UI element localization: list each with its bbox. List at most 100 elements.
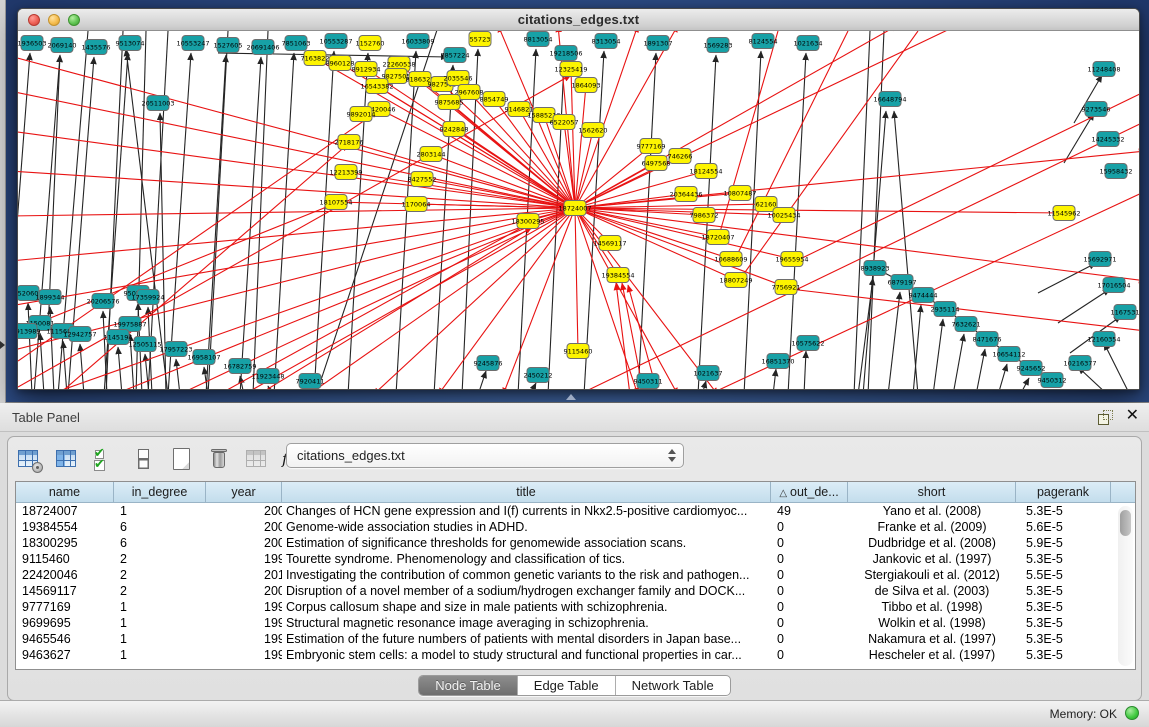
red-edge[interactable] bbox=[18, 204, 334, 331]
red-edge[interactable] bbox=[734, 31, 848, 261]
graph-node[interactable]: 16033809 bbox=[401, 34, 434, 49]
graph-node[interactable]: 10216377 bbox=[1063, 356, 1096, 371]
black-edge[interactable] bbox=[1064, 113, 1094, 163]
graph-node[interactable]: 10807487 bbox=[723, 186, 756, 201]
table-row[interactable]: 1938455462009Genome-wide association stu… bbox=[16, 519, 1135, 535]
delete-table-icon[interactable] bbox=[206, 446, 232, 472]
column-header-year[interactable]: year bbox=[206, 482, 282, 502]
graph-node[interactable]: 9513074 bbox=[116, 36, 145, 51]
black-edge[interactable] bbox=[702, 381, 706, 389]
red-edge[interactable] bbox=[113, 208, 575, 389]
tab-edge-table[interactable]: Edge Table bbox=[518, 676, 616, 695]
graph-node[interactable]: 12325419 bbox=[554, 62, 587, 77]
black-edge[interactable] bbox=[176, 359, 180, 389]
table-row[interactable]: 1456911722003Disruption of a novel membe… bbox=[16, 583, 1135, 599]
graph-node[interactable]: 12505115 bbox=[128, 337, 161, 352]
graph-node[interactable]: 9242848 bbox=[440, 122, 469, 137]
new-table-icon[interactable] bbox=[168, 446, 194, 472]
red-edge[interactable] bbox=[18, 208, 575, 306]
table-settings-icon[interactable] bbox=[16, 446, 42, 472]
column-header-title[interactable]: title bbox=[282, 482, 771, 502]
graph-node[interactable]: 10654112 bbox=[992, 347, 1025, 362]
red-edge[interactable] bbox=[575, 31, 958, 208]
black-edge[interactable] bbox=[530, 383, 536, 389]
graph-node[interactable]: 18124554 bbox=[689, 164, 722, 179]
black-edge[interactable] bbox=[804, 351, 806, 389]
graph-node[interactable]: 9777169 bbox=[637, 139, 666, 154]
black-edge[interactable] bbox=[953, 334, 964, 389]
graph-node[interactable]: 746266 bbox=[668, 149, 693, 164]
graph-node[interactable]: 20511003 bbox=[141, 96, 174, 111]
black-edge[interactable] bbox=[773, 369, 776, 389]
red-edge[interactable] bbox=[18, 56, 575, 208]
close-panel-icon[interactable]: ✕ bbox=[1126, 407, 1139, 425]
column-header-in_degree[interactable]: in_degree bbox=[114, 482, 206, 502]
graph-node[interactable]: 6879197 bbox=[888, 275, 917, 290]
graph-node[interactable]: 1936503 bbox=[18, 36, 46, 51]
black-edge[interactable] bbox=[1038, 263, 1096, 293]
graph-node[interactable]: 9115460 bbox=[564, 344, 593, 359]
red-edge[interactable] bbox=[575, 208, 578, 351]
graph-node[interactable]: 55723 bbox=[469, 32, 491, 47]
black-edge[interactable] bbox=[206, 55, 226, 389]
table-row[interactable]: 2242004622012Investigating the contribut… bbox=[16, 567, 1135, 583]
network-canvas[interactable]: 1936503206914014355769513074105532471527… bbox=[18, 31, 1139, 389]
delete-table-disabled-icon[interactable] bbox=[244, 446, 270, 472]
column-header-name[interactable]: name bbox=[16, 482, 114, 502]
rows-icon[interactable] bbox=[130, 446, 156, 472]
network-graph[interactable]: 1936503206914014355769513074105532471527… bbox=[18, 31, 1139, 389]
graph-node[interactable]: 1170064 bbox=[402, 197, 431, 212]
left-collapse-strip[interactable] bbox=[0, 0, 6, 403]
graph-node[interactable]: 2718176 bbox=[335, 135, 364, 150]
graph-node[interactable]: 9474444 bbox=[909, 288, 938, 303]
black-edge[interactable] bbox=[478, 371, 486, 389]
graph-node[interactable]: 18300295 bbox=[511, 214, 544, 229]
black-edge[interactable] bbox=[998, 364, 1007, 389]
graph-node[interactable]: 7920411 bbox=[296, 374, 325, 389]
black-edge[interactable] bbox=[208, 31, 228, 389]
column-header-short[interactable]: short bbox=[848, 482, 1016, 502]
graph-node[interactable]: 11248408 bbox=[1087, 62, 1120, 77]
red-edge[interactable] bbox=[575, 85, 586, 208]
graph-node[interactable]: 12160354 bbox=[1087, 332, 1120, 347]
black-edge[interactable] bbox=[1058, 289, 1110, 323]
graph-node[interactable]: 16648794 bbox=[873, 92, 906, 107]
graph-node[interactable]: 1527605 bbox=[214, 38, 243, 53]
graph-node[interactable]: 1891307 bbox=[644, 36, 673, 51]
graph-node[interactable]: 10553247 bbox=[176, 36, 209, 51]
table-vertical-scrollbar[interactable] bbox=[1118, 506, 1133, 666]
graph-node[interactable]: 2069140 bbox=[48, 38, 77, 53]
red-edge[interactable] bbox=[349, 142, 575, 208]
graph-node[interactable]: 8427552 bbox=[408, 172, 437, 187]
graph-node[interactable]: 1152760 bbox=[356, 36, 385, 51]
graph-node[interactable]: 15692971 bbox=[1083, 252, 1116, 267]
graph-node[interactable]: 8124554 bbox=[749, 34, 778, 49]
black-edge[interactable] bbox=[136, 31, 146, 389]
graph-node[interactable]: 9273546 bbox=[1082, 102, 1111, 117]
graph-node[interactable]: 1899344 bbox=[36, 290, 65, 305]
column-header-pagerank[interactable]: pagerank bbox=[1016, 482, 1111, 502]
black-edge[interactable] bbox=[118, 347, 122, 389]
black-edge[interactable] bbox=[933, 319, 943, 389]
graph-node[interactable]: 10688609 bbox=[714, 252, 747, 267]
graph-node[interactable]: 19655954 bbox=[775, 252, 808, 267]
scrollbar-thumb[interactable] bbox=[1120, 510, 1131, 536]
graph-node[interactable]: 19218506 bbox=[549, 46, 582, 61]
tab-network-table[interactable]: Network Table bbox=[616, 676, 730, 695]
graph-node[interactable]: 3913989 bbox=[18, 324, 40, 339]
graph-node[interactable]: 20206576 bbox=[86, 294, 119, 309]
table-row[interactable]: 946362711997Embryonic stem cells: a mode… bbox=[16, 647, 1135, 663]
black-edge[interactable] bbox=[434, 65, 453, 389]
black-edge[interactable] bbox=[63, 341, 67, 389]
red-edge[interactable] bbox=[575, 130, 593, 208]
graph-node[interactable]: 9245652 bbox=[1017, 361, 1046, 376]
graph-node[interactable]: 15958432 bbox=[1099, 164, 1132, 179]
graph-node[interactable]: 7986372 bbox=[690, 208, 719, 223]
graph-node[interactable]: 2450212 bbox=[524, 368, 553, 383]
graph-node[interactable]: 8813054 bbox=[524, 32, 553, 47]
graph-node[interactable]: 2935114 bbox=[931, 302, 960, 317]
table-row[interactable]: 911546021997Tourette syndrome. Phenomeno… bbox=[16, 551, 1135, 567]
table-row[interactable]: 946554611997Estimation of the future num… bbox=[16, 631, 1135, 647]
red-edge[interactable] bbox=[18, 91, 575, 208]
table-row[interactable]: 969969511998Structural magnetic resonanc… bbox=[16, 615, 1135, 631]
